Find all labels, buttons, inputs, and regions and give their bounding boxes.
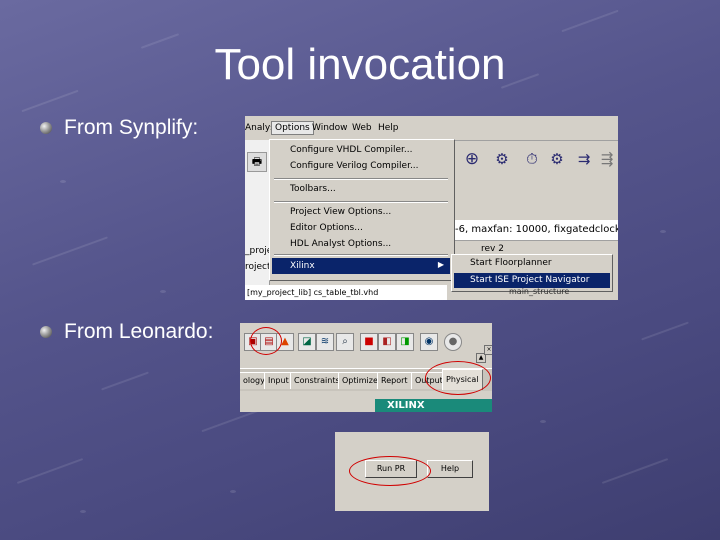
menubar: Analyst Options Window Web Help [245,116,618,141]
bullet-icon [40,122,52,134]
project-pane: 🖶 _projec roject) [245,140,277,300]
annotation-circle [425,361,491,395]
synplify-screenshot: Analyst Options Window Web Help 🖶 _proje… [245,116,618,300]
chip-green-icon[interactable]: ◨ [396,333,414,351]
menu-item-toolbars[interactable]: Toolbars... [290,184,336,194]
annotation-circle [250,327,282,355]
chip-red-icon[interactable]: ◧ [378,333,396,351]
print-icon[interactable]: 🖶 [247,152,267,172]
tab-optimize[interactable]: Optimize [338,372,382,389]
add-circle-icon[interactable]: ⊕ [462,149,482,169]
menu-item-hdl-analyst-options[interactable]: HDL Analyst Options... [290,239,391,249]
menu-item-start-ise[interactable]: Start ISE Project Navigator [454,273,610,288]
filter-icon[interactable]: ⇉ [574,149,594,169]
arrows-icon[interactable]: ⇶ [597,149,617,169]
wave-icon[interactable]: ≋ [316,333,334,351]
xilinx-banner: XILINX [375,399,492,412]
submenu-arrow-icon: ▶ [437,260,444,269]
help-button[interactable]: Help [427,460,473,478]
file-path-line: [my_project_lib] cs_table_tbl.vhd [245,285,447,300]
slide-title: Tool invocation [214,40,506,89]
menu-item-configure-vhdl[interactable]: Configure VHDL Compiler... [290,145,412,155]
bullet-synplify: From Synplify: [64,116,199,139]
menu-item-editor-options[interactable]: Editor Options... [290,223,363,233]
tab-report[interactable]: Report [377,372,412,389]
menu-separator [274,201,448,203]
options-menu: Configure VHDL Compiler... Configure Ver… [269,139,455,281]
bullet-icon [40,326,52,338]
menu-item-start-floorplanner[interactable]: Start Floorplanner [470,258,552,268]
menu-help[interactable]: Help [378,123,399,133]
menu-item-xilinx-label: Xilinx [290,261,315,271]
leonardo-menubar [240,323,492,331]
physical-tab-screenshot: Run PR Help [335,432,489,511]
menu-separator [274,254,448,256]
stopwatch-icon[interactable]: ⏱ [522,149,542,169]
close-icon[interactable]: × [484,345,492,355]
menu-window[interactable]: Window [312,123,348,133]
tab-input[interactable]: Input [264,372,293,389]
gear-icon[interactable]: ⚙ [492,149,512,169]
menu-item-xilinx[interactable]: Xilinx ▶ [272,258,450,274]
stop-icon[interactable]: ● [444,333,462,351]
chip-red-icon[interactable]: ■ [360,333,378,351]
annotation-circle [349,456,431,486]
menu-item-start-ise-label: Start ISE Project Navigator [470,275,590,285]
gear-small-icon[interactable]: ⚙ [547,149,567,169]
menu-options[interactable]: Options [271,121,314,135]
tree-icon[interactable]: ◪ [298,333,316,351]
implementation-options-line: -6, maxfan: 10000, fixgatedclock [452,220,618,241]
hierarchy-item: main_structure [509,287,570,296]
tab-constraints[interactable]: Constraints [290,372,344,389]
menu-item-project-view-options[interactable]: Project View Options... [290,207,391,217]
magnify-icon[interactable]: ⌕ [336,333,354,351]
menu-separator [274,178,448,180]
bullet-leonardo: From Leonardo: [64,320,214,343]
menu-item-configure-verilog[interactable]: Configure Verilog Compiler... [290,161,419,171]
leonardo-screenshot: ▣ ▤ ▲ ◪ ≋ ⌕ ■ ◧ ◨ ◉ ● ▲ × ology Input Co… [240,323,492,412]
synplify-toolbar: ⊕ ⚙ ⏱ ⚙ ⇉ ⇶ [452,141,618,179]
menu-web[interactable]: Web [352,123,372,133]
globe-icon[interactable]: ◉ [420,333,438,351]
